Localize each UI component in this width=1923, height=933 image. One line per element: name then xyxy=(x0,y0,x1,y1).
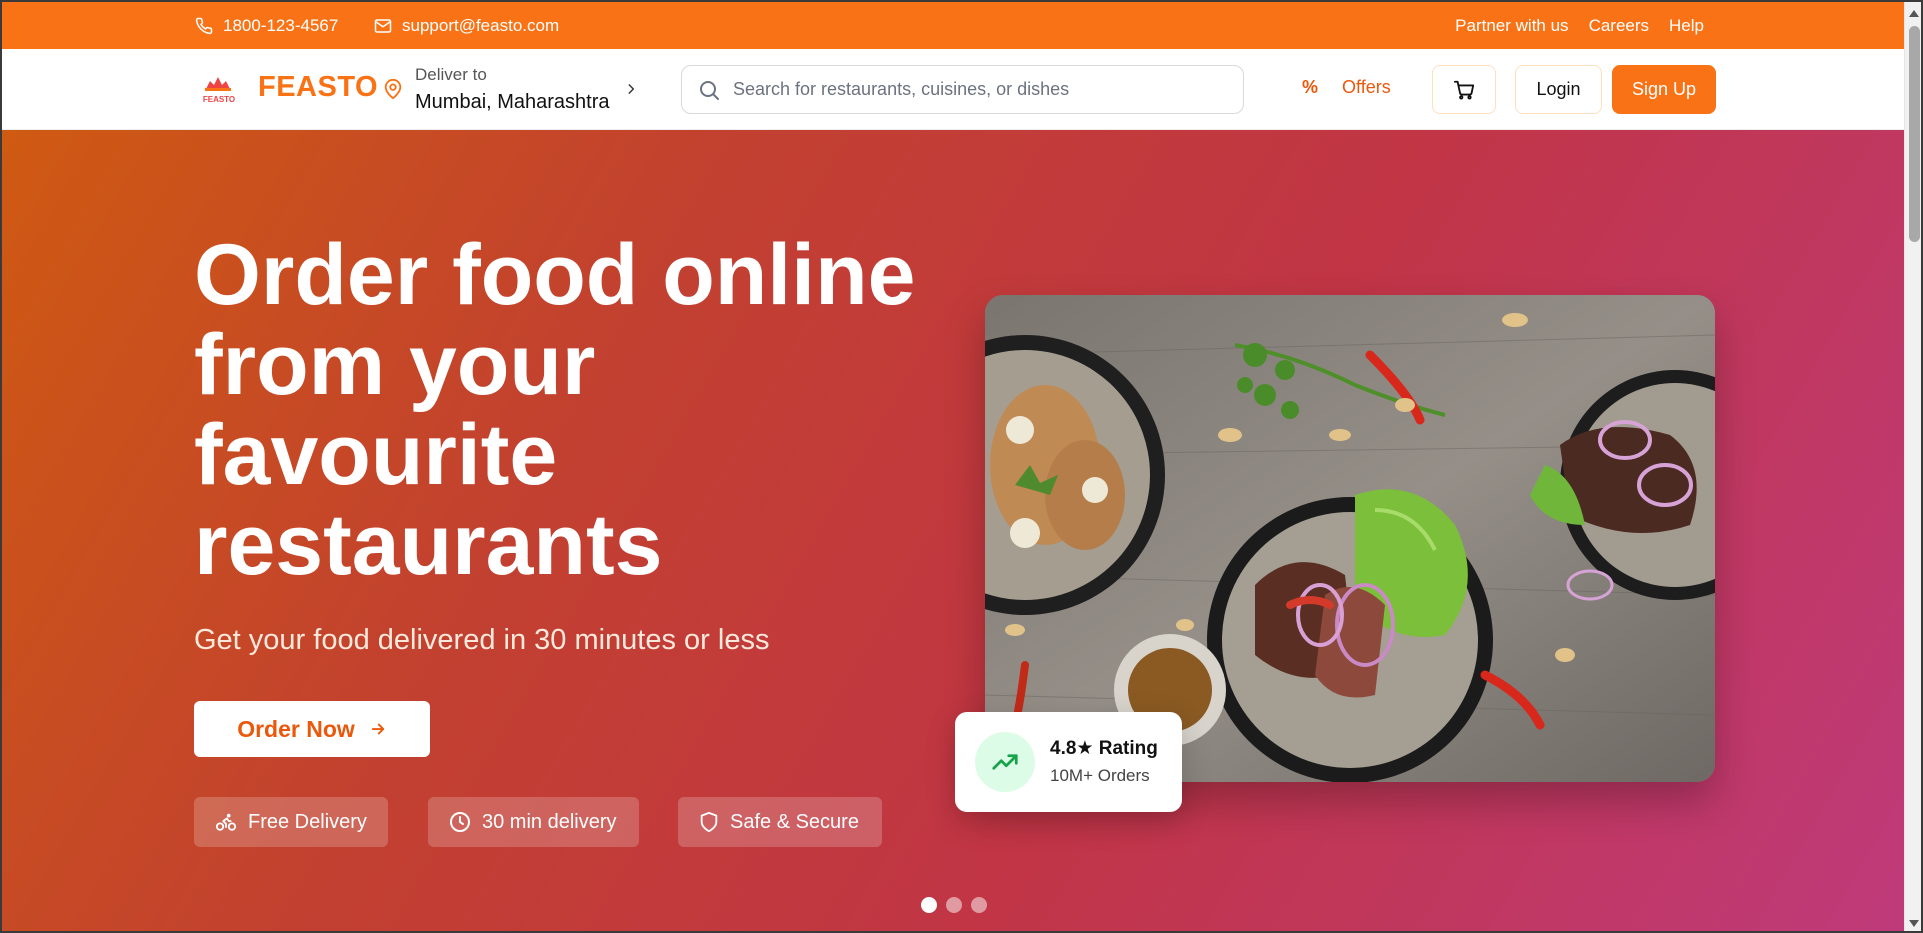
feature-label: Free Delivery xyxy=(248,810,367,833)
email-contact[interactable]: support@feasto.com xyxy=(374,16,559,36)
top-links: Partner with us Careers Help xyxy=(1455,16,1704,36)
feature-label: 30 min delivery xyxy=(482,810,617,833)
search-input[interactable] xyxy=(733,79,1243,100)
scroll-down-arrow[interactable] xyxy=(1909,920,1919,927)
page-scrollbar[interactable] xyxy=(1904,2,1921,931)
partner-link[interactable]: Partner with us xyxy=(1455,16,1568,36)
chevron-right-icon[interactable] xyxy=(624,81,638,97)
cart-icon xyxy=(1453,80,1475,99)
rating-value: 4.8★ Rating xyxy=(1050,738,1158,759)
hero-section: Order food online from your favourite re… xyxy=(2,130,1904,931)
feature-safe-secure: Safe & Secure xyxy=(678,797,882,847)
deliver-label: Deliver to xyxy=(415,65,487,84)
search-icon xyxy=(700,80,719,100)
deliver-location[interactable]: Mumbai, Maharashtra xyxy=(415,91,610,114)
hero-subtitle: Get your food delivered in 30 minutes or… xyxy=(194,624,770,656)
order-now-label: Order Now xyxy=(237,715,355,742)
map-pin-icon xyxy=(384,78,402,100)
logo-icon[interactable]: FEASTO xyxy=(198,71,240,105)
orders-count: 10M+ Orders xyxy=(1050,766,1150,785)
carousel-dot-2[interactable] xyxy=(946,897,962,913)
signup-button[interactable]: Sign Up xyxy=(1612,65,1716,114)
shield-icon xyxy=(700,811,718,833)
feature-fast-delivery: 30 min delivery xyxy=(428,797,639,847)
search-bar[interactable] xyxy=(681,65,1244,114)
cart-button[interactable] xyxy=(1432,65,1496,114)
main-header: FEASTO FEASTO Deliver to Mumbai, Maharas… xyxy=(2,49,1904,130)
top-bar: 1800-123-4567 support@feasto.com Partner… xyxy=(2,2,1904,49)
feature-label: Safe & Secure xyxy=(730,810,859,833)
carousel-dot-3[interactable] xyxy=(971,897,987,913)
mail-icon xyxy=(374,19,392,33)
help-link[interactable]: Help xyxy=(1669,16,1704,36)
carousel-dots xyxy=(921,897,987,913)
rating-card: 4.8★ Rating 10M+ Orders xyxy=(955,712,1182,812)
careers-link[interactable]: Careers xyxy=(1589,16,1649,36)
scroll-up-arrow[interactable] xyxy=(1909,10,1919,17)
brand-name[interactable]: FEASTO xyxy=(258,71,378,104)
scroll-thumb[interactable] xyxy=(1909,26,1920,242)
phone-contact[interactable]: 1800-123-4567 xyxy=(195,16,338,36)
phone-number: 1800-123-4567 xyxy=(223,16,339,35)
feature-free-delivery: Free Delivery xyxy=(194,797,388,847)
email-address: support@feasto.com xyxy=(402,16,560,35)
login-button[interactable]: Login xyxy=(1515,65,1602,114)
carousel-dot-1[interactable] xyxy=(921,897,937,913)
bike-icon xyxy=(215,813,237,831)
percent-icon: % xyxy=(1302,77,1319,97)
offers-label: Offers xyxy=(1342,77,1391,97)
order-now-button[interactable]: Order Now xyxy=(194,701,430,757)
hero-title: Order food online from your favourite re… xyxy=(194,227,916,593)
logo-mark-text: FEASTO xyxy=(203,95,235,104)
offers-link[interactable]: % Offers xyxy=(1302,77,1391,98)
arrow-right-icon xyxy=(371,723,384,735)
page-frame: 1800-123-4567 support@feasto.com Partner… xyxy=(0,0,1923,933)
trending-up-icon xyxy=(992,754,1018,770)
phone-icon xyxy=(195,17,213,35)
rating-icon-badge xyxy=(975,732,1035,792)
food-image xyxy=(985,295,1715,782)
clock-icon xyxy=(450,812,470,832)
